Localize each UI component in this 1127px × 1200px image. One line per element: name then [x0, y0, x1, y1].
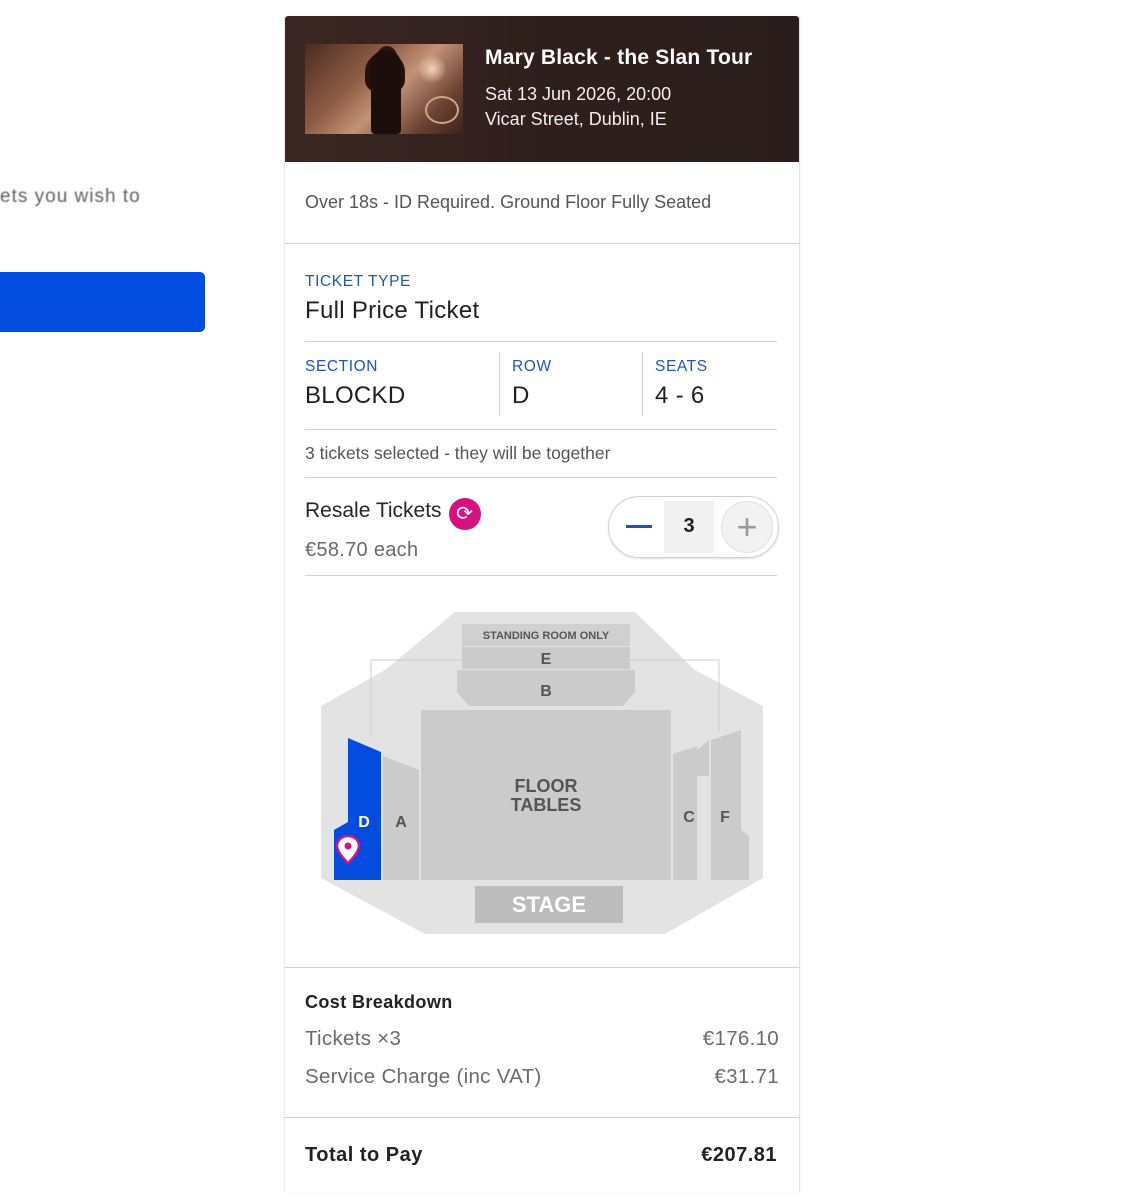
- tickets-together-note: 3 tickets selected - they will be togeth…: [305, 430, 777, 478]
- event-venue: Vicar Street, Dublin, IE: [485, 109, 667, 129]
- section-f-label: F: [720, 809, 730, 826]
- row-value: D: [512, 382, 530, 409]
- tickets-cost-value: €176.10: [702, 1027, 779, 1050]
- row-label: ROW: [512, 358, 552, 375]
- tickets-cost-label: Tickets ×3: [305, 1027, 402, 1050]
- resale-name: Resale Tickets: [305, 498, 442, 522]
- ticket-type-block: TICKET TYPE Full Price Ticket: [305, 244, 777, 342]
- floor-label-line2: TABLES: [511, 795, 582, 815]
- section-e-label: E: [541, 651, 552, 668]
- ticket-summary-panel: Mary Black - the Slan Tour Sat 13 Jun 20…: [284, 16, 800, 1192]
- ticket-type-value: Full Price Ticket: [305, 297, 480, 324]
- decrease-quantity-button[interactable]: [621, 507, 657, 547]
- service-charge-value: €31.71: [714, 1065, 779, 1088]
- event-header: Mary Black - the Slan Tour Sat 13 Jun 20…: [285, 16, 799, 162]
- service-charge-label: Service Charge (inc VAT): [305, 1065, 542, 1088]
- tickets-cost-line: Tickets ×3 €176.10: [305, 1027, 779, 1051]
- section-b-label: B: [540, 683, 552, 700]
- section-c-label: C: [683, 809, 695, 826]
- seats-label: SEATS: [655, 358, 708, 375]
- total-value: €207.81: [701, 1143, 777, 1166]
- seats-value: 4 - 6: [655, 382, 705, 409]
- increase-quantity-button[interactable]: +: [721, 500, 773, 553]
- floor-label-line1: FLOOR: [515, 776, 578, 796]
- row-block: ROW D: [499, 352, 642, 416]
- resale-price: €58.70 each: [305, 538, 419, 561]
- minus-icon: [626, 525, 652, 528]
- age-restriction-note: Over 18s - ID Required. Ground Floor Ful…: [285, 162, 799, 244]
- event-info: Mary Black - the Slan Tour Sat 13 Jun 20…: [485, 46, 752, 132]
- service-charge-line: Service Charge (inc VAT) €31.71: [305, 1065, 779, 1089]
- event-image: [305, 44, 463, 134]
- section-a-label: A: [395, 814, 407, 831]
- quantity-value: 3: [664, 500, 714, 553]
- standing-room-label: STANDING ROOM ONLY: [483, 630, 610, 642]
- seats-block: SEATS 4 - 6: [642, 352, 708, 416]
- cost-breakdown: Cost Breakdown Tickets ×3 €176.10 Servic…: [285, 968, 799, 1118]
- background-partial-text: ets you wish to: [0, 186, 141, 207]
- seat-map-svg: STANDING ROOM ONLY E B FLOOR TABLES A D: [321, 612, 763, 934]
- plus-icon: +: [736, 505, 758, 547]
- total-label: Total to Pay: [305, 1143, 423, 1166]
- resale-refresh-icon: ⟳: [448, 497, 481, 530]
- seat-map: STANDING ROOM ONLY E B FLOOR TABLES A D: [285, 576, 799, 968]
- ticket-type-label: TICKET TYPE: [305, 273, 411, 290]
- seating-info: SECTION BLOCKD ROW D SEATS 4 - 6: [305, 342, 777, 430]
- cost-breakdown-title: Cost Breakdown: [305, 992, 453, 1012]
- section-block: SECTION BLOCKD: [305, 342, 499, 429]
- section-d-label: D: [358, 814, 370, 831]
- section-value: BLOCKD: [305, 382, 406, 409]
- event-date: Sat 13 Jun 2026, 20:00: [485, 84, 672, 104]
- total-to-pay: Total to Pay €207.81: [285, 1118, 799, 1192]
- stage-label: STAGE: [512, 892, 586, 917]
- section-label: SECTION: [305, 358, 379, 375]
- quantity-stepper: 3 +: [608, 495, 779, 558]
- event-title: Mary Black - the Slan Tour: [485, 46, 753, 69]
- background-primary-button: [0, 272, 205, 332]
- resale-ticket-row: Resale Tickets ⟳ €58.70 each 3 +: [305, 478, 779, 576]
- resale-info: Resale Tickets ⟳ €58.70 each: [305, 492, 481, 562]
